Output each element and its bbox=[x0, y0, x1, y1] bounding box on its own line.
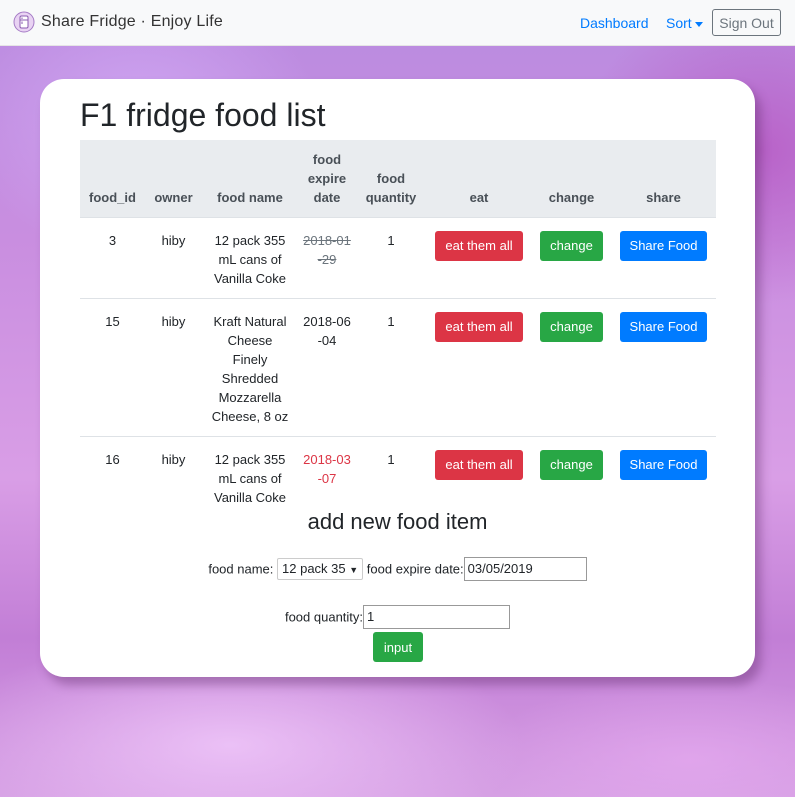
nav-sort-label: Sort bbox=[666, 15, 692, 31]
quantity-cell-text: 1 bbox=[387, 452, 395, 467]
eat-them-all-button[interactable]: eat them all bbox=[435, 231, 523, 261]
change-button-cell: change bbox=[532, 298, 611, 437]
quantity-label: food quantity: bbox=[284, 609, 364, 625]
expire-date-cell: 2018-03-07 bbox=[298, 436, 356, 517]
sign-out-button[interactable]: Sign Out bbox=[712, 9, 781, 36]
caret-down-icon bbox=[694, 21, 703, 27]
expire-date-cell: 2018-01-29 bbox=[298, 217, 356, 299]
owner-cell-text: hiby bbox=[161, 233, 186, 248]
expire-date-cell-text: 2018-06-04 bbox=[303, 314, 351, 348]
select-arrow-icon: ▼ bbox=[349, 565, 359, 575]
expire-date-cell-text: 2018-03-07 bbox=[303, 452, 351, 486]
eat-them-all-button[interactable]: eat them all bbox=[435, 312, 523, 342]
fridge-logo-icon bbox=[13, 11, 35, 33]
food-id-cell-text: 16 bbox=[105, 452, 120, 467]
quantity-input[interactable]: 1 bbox=[363, 605, 511, 629]
share-food-button-cell: Share Food bbox=[611, 298, 716, 437]
quantity-cell: 1 bbox=[356, 217, 426, 299]
table-row: 16 hiby 12 pack 355 mL cans of Vanilla Cok… bbox=[80, 436, 716, 517]
eat-them-all-button-cell: eat them all bbox=[426, 298, 532, 437]
eat-them-all-button-cell: eat them all bbox=[426, 217, 532, 299]
header-food-name: food name bbox=[202, 140, 298, 218]
expire-date-cell: 2018-06-04 bbox=[298, 298, 356, 437]
share-food-button[interactable]: Share Food bbox=[619, 312, 708, 342]
owner-cell-text: hiby bbox=[161, 314, 186, 329]
quantity-cell: 1 bbox=[356, 436, 426, 517]
table-row: 15 hiby Kraft Natural Cheese Finely Shredd… bbox=[80, 298, 716, 437]
brand-title: Share Fridge · Enjoy Life bbox=[41, 13, 223, 30]
food-name-cell: 12 pack 355 mL cans of Vanilla Coke bbox=[202, 217, 298, 299]
table-header-row: food_id owner food name food expire date… bbox=[80, 140, 716, 218]
food-table: food_id owner food name food expire date… bbox=[80, 140, 716, 517]
owner-cell-text: hiby bbox=[161, 452, 186, 467]
expire-date-label: food expire date: bbox=[366, 561, 464, 577]
header-expire-date: food expire date bbox=[298, 140, 356, 218]
change-button[interactable]: change bbox=[540, 450, 603, 480]
quantity-cell-text: 1 bbox=[387, 314, 395, 329]
food-id-cell: 15 bbox=[80, 298, 145, 437]
food-id-cell: 3 bbox=[80, 217, 145, 299]
food-name-select[interactable]: 12 pack 35 ▼ bbox=[277, 558, 364, 580]
header-owner: owner bbox=[145, 140, 202, 218]
food-name-selected: 12 pack 35 bbox=[282, 561, 346, 576]
food-name-cell: Kraft Natural Cheese Finely Shredded Moz… bbox=[202, 298, 298, 437]
eat-them-all-button-cell: eat them all bbox=[426, 436, 532, 517]
header-eat: eat bbox=[426, 140, 532, 218]
header-food-id: food_id bbox=[80, 140, 145, 218]
eat-them-all-button[interactable]: eat them all bbox=[435, 450, 523, 480]
expire-date-cell-text: 2018-01-29 bbox=[303, 233, 351, 267]
header-quantity: food quantity bbox=[356, 140, 426, 218]
food-name-cell-text: Kraft Natural Cheese Finely Shredded Moz… bbox=[211, 314, 289, 424]
quantity-cell-text: 1 bbox=[387, 233, 395, 248]
share-food-button[interactable]: Share Food bbox=[619, 231, 708, 261]
food-id-cell-text: 3 bbox=[108, 233, 117, 248]
nav-sort-dropdown[interactable]: Sort bbox=[666, 15, 703, 31]
share-food-button-cell: Share Food bbox=[611, 436, 716, 517]
header-change: change bbox=[532, 140, 611, 218]
food-id-cell-text: 15 bbox=[105, 314, 120, 329]
expire-date-input[interactable]: 03/05/2019 bbox=[463, 557, 587, 581]
page-title: F1 fridge food list bbox=[80, 97, 326, 133]
owner-cell: hiby bbox=[145, 217, 202, 299]
share-food-button-cell: Share Food bbox=[611, 217, 716, 299]
change-button-cell: change bbox=[532, 436, 611, 517]
input-submit-button[interactable]: input bbox=[373, 632, 423, 662]
food-name-label: food name: bbox=[208, 561, 274, 577]
food-list-card: F1 fridge food list food_id owner food n… bbox=[40, 79, 755, 677]
owner-cell: hiby bbox=[145, 298, 202, 437]
change-button[interactable]: change bbox=[540, 312, 603, 342]
food-id-cell: 16 bbox=[80, 436, 145, 517]
quantity-cell: 1 bbox=[356, 298, 426, 437]
food-name-cell: 12 pack 355 mL cans of Vanilla Coke bbox=[202, 436, 298, 517]
add-item-row-2: food quantity: 1 bbox=[40, 605, 755, 629]
brand[interactable]: Share Fridge · Enjoy Life bbox=[13, 11, 223, 33]
owner-cell: hiby bbox=[145, 436, 202, 517]
table-row: 3 hiby 12 pack 355 mL cans of Vanilla Coke… bbox=[80, 217, 716, 299]
share-food-button[interactable]: Share Food bbox=[619, 450, 708, 480]
header-share: share bbox=[611, 140, 716, 218]
add-item-title: add new food item bbox=[307, 509, 488, 534]
add-item-row-1: food name: 12 pack 35 ▼ food expire date… bbox=[40, 557, 755, 581]
nav-dashboard-link[interactable]: Dashboard bbox=[580, 15, 649, 31]
food-name-cell-text: 12 pack 355 mL cans of Vanilla Coke bbox=[213, 233, 287, 286]
change-button-cell: change bbox=[532, 217, 611, 299]
change-button[interactable]: change bbox=[540, 231, 603, 261]
food-name-cell-text: 12 pack 355 mL cans of Vanilla Coke bbox=[213, 452, 287, 505]
navbar: Share Fridge · Enjoy Life Dashboard Sort… bbox=[0, 0, 795, 46]
